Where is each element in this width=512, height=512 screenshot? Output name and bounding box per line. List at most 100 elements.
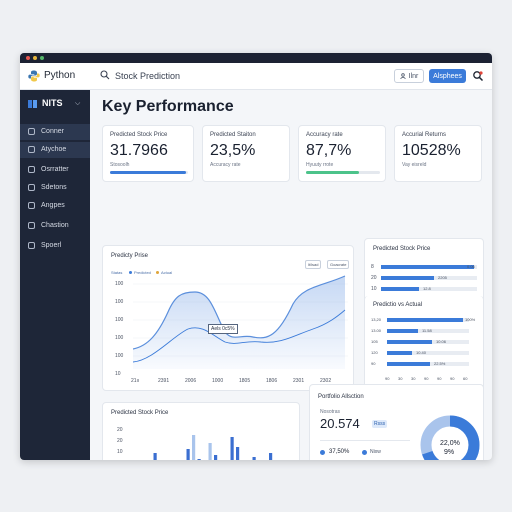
bar-fill	[387, 351, 412, 355]
sidebar-item-conner[interactable]: Conner	[20, 124, 90, 140]
sidebar-item-label: Chastion	[41, 222, 69, 229]
sidebar-item-label: Conner	[41, 128, 64, 135]
bar-fill	[381, 265, 474, 269]
histogram-bar	[192, 435, 196, 460]
kpi-subtext: Accuracy rate	[210, 162, 241, 168]
search-icon[interactable]	[100, 70, 110, 80]
sidebar-item-atychoe[interactable]: Atychoe	[20, 142, 90, 158]
sidebar-item-osrratter[interactable]: Osrratter	[20, 162, 90, 178]
bar-value: 10.40	[416, 350, 427, 355]
histogram-chart	[153, 435, 273, 460]
bar-fill	[387, 318, 463, 322]
page-title: Key Performance	[102, 98, 234, 115]
sidebar-item-label: Osrratter	[41, 166, 69, 173]
histogram-bar	[186, 449, 190, 460]
bar-value: 22.5%	[434, 361, 446, 366]
kpi-value: 10528%	[402, 142, 461, 159]
title-bar	[20, 53, 492, 63]
sidebar-item-angpes[interactable]: Angpes	[20, 198, 90, 214]
allocation-title: Portfolio Allsction	[318, 394, 364, 400]
gear-icon	[28, 202, 35, 209]
kpi-progress-fill	[110, 171, 186, 174]
kpi-progress-fill	[306, 171, 359, 174]
kpi-card: Predicted Staiton 23,5% Accuracy rate	[202, 125, 290, 182]
predicted-area	[133, 276, 345, 369]
histogram-bar	[208, 443, 212, 460]
x-tick: 90	[385, 376, 390, 381]
allocation-divider	[320, 440, 410, 441]
legend-predicted-dot	[129, 271, 132, 274]
x-tick: 2391	[158, 378, 170, 384]
y-tick: 100	[115, 299, 124, 305]
histogram-bar	[153, 453, 157, 460]
bar-value: 0.06	[467, 264, 475, 269]
kpi-value: 31.7966	[110, 142, 168, 159]
bar-value: 11.58	[422, 328, 432, 333]
x-tick: 60	[463, 376, 468, 381]
kpi-progress	[306, 171, 380, 174]
histogram-bar	[230, 437, 234, 460]
histogram-bar	[236, 447, 240, 460]
allocation-sub: Nosotras	[320, 409, 341, 415]
accuracy-chip[interactable]: Goacrate	[327, 260, 350, 269]
tool-icon[interactable]	[472, 70, 484, 82]
y-tick: 10	[117, 449, 123, 455]
bar-value: 2205	[438, 275, 447, 280]
chart-annotation: Aels 0c5%	[208, 324, 238, 334]
donut-primary-label: 22,0%	[440, 440, 460, 447]
kpi-label: Accuracy rate	[306, 132, 343, 138]
search-query[interactable]: Stock Prediction	[115, 71, 180, 81]
maximize-dot[interactable]	[40, 56, 44, 60]
histogram-card: Predicted Stock Price 202010201010 TbasV…	[102, 402, 300, 460]
bar-fill	[387, 340, 432, 344]
bar-fill	[387, 362, 430, 366]
bar-value: 100%	[465, 317, 476, 322]
bar-label: 13.00	[371, 328, 382, 333]
bar-label: 120	[371, 350, 378, 355]
top-bar: Python Stock Prediction Ilnr Alsphees	[20, 63, 492, 90]
chart-icon	[28, 146, 35, 153]
x-tick: 90	[450, 376, 455, 381]
kpi-value: 87,7%	[306, 142, 352, 159]
y-tick: 100	[115, 335, 124, 341]
x-tick: 1000	[212, 378, 224, 384]
x-tick: 90	[437, 376, 442, 381]
kpi-card: Accuracy rate 87,7% Hyuuty rrote	[298, 125, 386, 182]
histogram-title: Predicted Stock Price	[111, 410, 169, 416]
sidebar-item-spoerl[interactable]: Spoerl	[20, 238, 90, 254]
bar-label: 10	[371, 286, 377, 292]
app-logo-icon	[28, 100, 37, 108]
brand-name: Python	[44, 70, 76, 81]
app-window: Python Stock Prediction Ilnr Alsphees NI…	[20, 53, 492, 460]
kpi-label: Accurial Returns	[402, 132, 447, 138]
legend-dot	[320, 450, 325, 455]
link-icon	[28, 242, 35, 249]
primary-button[interactable]: Alsphees	[429, 69, 466, 83]
sidebar-item-label: Atychoe	[41, 146, 67, 153]
sidebar-item-chastion[interactable]: Chastion	[20, 218, 90, 234]
x-tick: 90	[424, 376, 429, 381]
sidebar-item-sdetons[interactable]: Sdetons	[20, 180, 90, 196]
chevron-down-icon[interactable]: ⌵	[75, 100, 80, 108]
close-dot[interactable]	[26, 56, 30, 60]
range-chip[interactable]: lt/lsad	[305, 260, 322, 269]
kpi-label: Predicted Staiton	[210, 132, 256, 138]
legend-value: 37,50%	[329, 449, 350, 455]
bar-value: 12.8	[423, 286, 431, 291]
kpi-subtext: Stosoolh	[110, 162, 130, 168]
user-button[interactable]: Ilnr	[394, 69, 424, 83]
minimize-dot[interactable]	[33, 56, 37, 60]
bar-label: 20	[371, 275, 377, 281]
list-icon	[28, 166, 35, 173]
main-content: Key Performance Predicted Stock Price 31.…	[90, 90, 492, 460]
bar-fill	[381, 276, 434, 280]
y-tick: 20	[117, 427, 123, 433]
kpi-card: Predicted Stock Price 31.7966 Stosoolh	[102, 125, 194, 182]
sidebar: NITS ⌵ Conner Atychoe Osrratter Sdetons Angp…	[20, 90, 90, 460]
kpi-progress	[110, 171, 188, 174]
histogram-bar	[214, 455, 218, 460]
kpi-value: 23,5%	[210, 142, 256, 159]
y-tick: 10	[115, 371, 121, 377]
sidebar-item-label: Angpes	[41, 202, 65, 209]
kpi-card: Accurial Returns 10528% Vay eisreld	[394, 125, 482, 182]
